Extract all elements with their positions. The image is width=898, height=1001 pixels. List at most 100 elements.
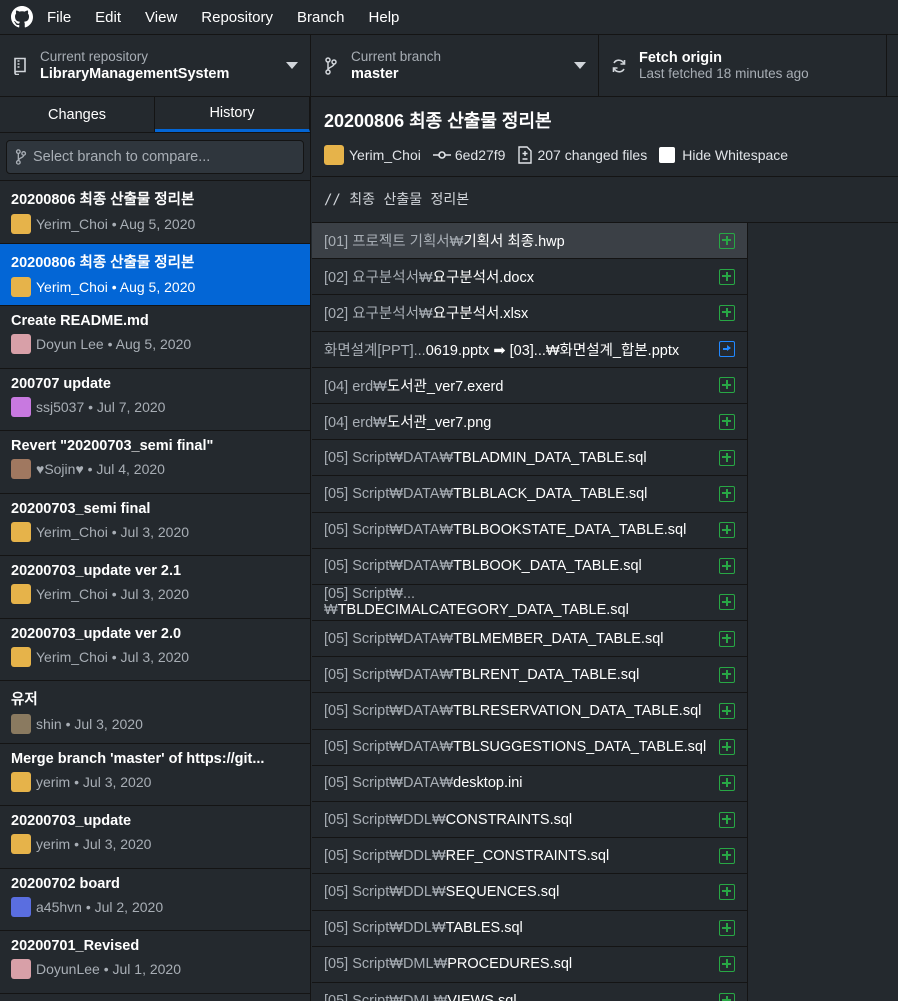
file-row[interactable]: [05] Script₩DATA₩TBLBLACK_DATA_TABLE.sql	[312, 476, 748, 513]
menu-edit[interactable]: Edit	[95, 9, 121, 26]
commit-item[interactable]: 20200701_Revised DoyunLee • Jul 1, 2020	[0, 931, 310, 994]
commit-item[interactable]: Create README.md Doyun Lee • Aug 5, 2020	[0, 306, 310, 369]
file-path: [05] Script₩DATA₩TBLRESERVATION_DATA_TAB…	[324, 703, 701, 719]
github-logo-icon[interactable]	[11, 6, 33, 28]
commit-item[interactable]: Revert "20200703_semi final" ♥Sojin♥ • Ju…	[0, 431, 310, 494]
file-path: [01] 프로젝트 기획서₩기획서 최종.hwp	[324, 230, 565, 251]
tab-history[interactable]: History	[155, 97, 310, 132]
file-row[interactable]: [05] Script₩DATA₩desktop.ini	[312, 765, 748, 802]
file-row[interactable]: [05] Script₩DATA₩TBLBOOKSTATE_DATA_TABLE…	[312, 512, 748, 549]
commit-item-title: 20200703_update ver 2.1	[11, 563, 182, 579]
commit-item[interactable]: 20200806 최종 산출물 정리본 Yerim_Choi • Aug 5, 2…	[0, 243, 310, 306]
commit-item-author-date: Yerim_Choi • Aug 5, 2020	[36, 216, 196, 232]
branch-icon	[15, 149, 27, 165]
file-row[interactable]: [05] Script₩DDL₩CONSTRAINTS.sql	[312, 802, 748, 839]
commit-item-author-date: DoyunLee • Jul 1, 2020	[36, 961, 182, 977]
commit-item-title: 20200806 최종 산출물 정리본	[11, 254, 195, 271]
commit-item-author-date: Doyun Lee • Aug 5, 2020	[36, 336, 192, 352]
commit-item[interactable]: 20200703_update yerim • Jul 3, 2020	[0, 806, 310, 869]
file-row[interactable]: [05] Script₩DML₩PROCEDURES.sql	[312, 946, 748, 983]
file-path: 화면설계[PPT]...0619.pptx ➡ [03]...₩화면설계_합본.…	[324, 339, 679, 360]
file-path: [05] Script₩DDL₩CONSTRAINTS.sql	[324, 812, 572, 828]
file-row[interactable]: [04] erd₩도서관_ver7.png	[312, 403, 748, 441]
file-row[interactable]: [05] Script₩DATA₩TBLBOOK_DATA_TABLE.sql	[312, 548, 748, 585]
commit-item-author-date: Yerim_Choi • Jul 3, 2020	[36, 523, 190, 540]
file-dir: 화면설계[PPT]...	[324, 342, 426, 359]
menu-view[interactable]: View	[145, 9, 177, 26]
file-name: desktop.ini	[453, 775, 523, 792]
file-path: [05] Script₩DATA₩TBLBOOKSTATE_DATA_TABLE…	[324, 522, 686, 538]
file-row[interactable]: [05] Script₩DATA₩TBLRENT_DATA_TABLE.sql	[312, 657, 748, 694]
last-fetched: Last fetched 18 minutes ago	[639, 66, 809, 81]
file-added-icon	[719, 775, 735, 792]
file-added-icon	[719, 811, 735, 828]
commit-item-title: 20200702 board	[11, 875, 120, 892]
changed-files-count: 207 changed files	[537, 147, 648, 163]
file-row[interactable]: [05] Script₩DATA₩TBLMEMBER_DATA_TABLE.sq…	[312, 621, 748, 658]
hide-whitespace-toggle[interactable]: Hide Whitespace	[659, 147, 788, 163]
commit-sha[interactable]: 6ed27f9	[432, 147, 505, 163]
commit-item-meta: DoyunLee • Jul 1, 2020	[11, 959, 299, 979]
commit-item-meta: Yerim_Choi • Jul 3, 2020	[11, 584, 299, 604]
file-path: [05] Script₩...₩TBLDECIMALCATEGORY_DATA_…	[324, 586, 719, 618]
commit-item-title: 유저	[11, 692, 38, 708]
file-name: 기획서 최종.hwp	[463, 234, 565, 251]
file-name: PROCEDURES.sql	[447, 956, 573, 973]
file-row[interactable]: [05] Script₩DML₩VIEWS.sql	[312, 982, 748, 1001]
commit-item[interactable]: 20200702 board a45hvn • Jul 2, 2020	[0, 869, 310, 931]
commit-item[interactable]: 20200806 최종 산출물 정리본 Yerim_Choi • Aug 5, 2…	[0, 181, 310, 244]
menu-repository[interactable]: Repository	[201, 9, 273, 26]
file-dir: [05] Script₩DATA₩	[324, 630, 454, 647]
menu-help[interactable]: Help	[369, 9, 400, 26]
commit-item-title: 20200703_semi final	[11, 500, 151, 517]
commit-item-meta: Yerim_Choi • Aug 5, 2020	[11, 214, 299, 234]
file-row[interactable]: [05] Script₩DATA₩TBLRESERVATION_DATA_TAB…	[312, 693, 748, 730]
file-row[interactable]: [01] 프로젝트 기획서₩기획서 최종.hwp	[312, 223, 748, 260]
commit-item[interactable]: 20200703_semi final Yerim_Choi • Jul 3, 2…	[0, 494, 310, 556]
file-row[interactable]: [05] Script₩DATA₩TBLSUGGESTIONS_DATA_TAB…	[312, 729, 748, 766]
file-added-icon	[719, 485, 735, 502]
avatar	[324, 145, 344, 165]
current-repository-button[interactable]: Current repository LibraryManagementSyst…	[0, 35, 311, 96]
avatar	[11, 771, 31, 792]
fetch-origin-button[interactable]: Fetch origin Last fetched 18 minutes ago	[599, 35, 887, 96]
tab-changes[interactable]: Changes	[0, 97, 155, 132]
file-row[interactable]: [04] erd₩도서관_ver7.exerd	[312, 367, 748, 404]
commit-item-author-date: ♥Sojin♥ • Jul 4, 2020	[36, 461, 165, 477]
file-row[interactable]: [05] Script₩DDL₩TABLES.sql	[312, 910, 748, 947]
avatar	[11, 214, 31, 234]
menu-file[interactable]: File	[47, 9, 71, 26]
commit-item[interactable]: 유저 shin • Jul 3, 2020	[0, 681, 310, 744]
commit-item[interactable]: 200707 update ssj5037 • Jul 7, 2020	[0, 369, 310, 431]
menu-branch[interactable]: Branch	[297, 9, 345, 26]
commit-item[interactable]: 20200703_update ver 2.0 Yerim_Choi • Jul …	[0, 619, 310, 681]
file-dir: [05] Script₩DATA₩	[324, 522, 454, 539]
commit-item[interactable]: 20200703_update ver 2.1 Yerim_Choi • Jul …	[0, 556, 310, 619]
avatar	[11, 959, 31, 979]
file-row[interactable]: [05] Script₩DATA₩TBLADMIN_DATA_TABLE.sql	[312, 440, 748, 477]
file-path: [05] Script₩DDL₩REF_CONSTRAINTS.sql	[324, 848, 609, 864]
file-row[interactable]: [05] Script₩...₩TBLDECIMALCATEGORY_DATA_…	[312, 584, 748, 622]
file-row[interactable]: [02] 요구분석서₩요구분석서.docx	[312, 259, 748, 296]
fetch-label: Fetch origin	[639, 50, 722, 66]
hide-whitespace-label: Hide Whitespace	[682, 147, 789, 163]
file-row[interactable]: [05] Script₩DDL₩SEQUENCES.sql	[312, 874, 748, 911]
file-row[interactable]: 화면설계[PPT]...0619.pptx ➡ [03]...₩화면설계_합본.…	[312, 331, 748, 368]
file-dir: [05] Script₩DDL₩	[324, 847, 446, 864]
branch-compare-input[interactable]: Select branch to compare...	[6, 140, 304, 174]
file-path: [04] erd₩도서관_ver7.exerd	[324, 375, 503, 396]
hide-whitespace-checkbox[interactable]	[659, 147, 676, 163]
commit-item-title: Create README.md	[11, 313, 149, 329]
commit-item-author-date: Yerim_Choi • Jul 3, 2020	[36, 586, 190, 602]
toolbar: Current repository LibraryManagementSyst…	[0, 34, 898, 97]
current-branch-button[interactable]: Current branch master	[311, 35, 599, 96]
file-path: [02] 요구분석서₩요구분석서.docx	[324, 266, 534, 287]
file-row[interactable]: [02] 요구분석서₩요구분석서.xlsx	[312, 295, 748, 332]
caret-down-icon	[574, 62, 586, 69]
file-row[interactable]: [05] Script₩DDL₩REF_CONSTRAINTS.sql	[312, 838, 748, 875]
file-added-icon	[719, 703, 735, 720]
file-path: [05] Script₩DML₩VIEWS.sql	[324, 993, 517, 1001]
commit-item[interactable]: Merge branch 'master' of https://git... y…	[0, 744, 310, 806]
commit-icon	[432, 151, 451, 159]
file-added-icon	[719, 232, 735, 249]
